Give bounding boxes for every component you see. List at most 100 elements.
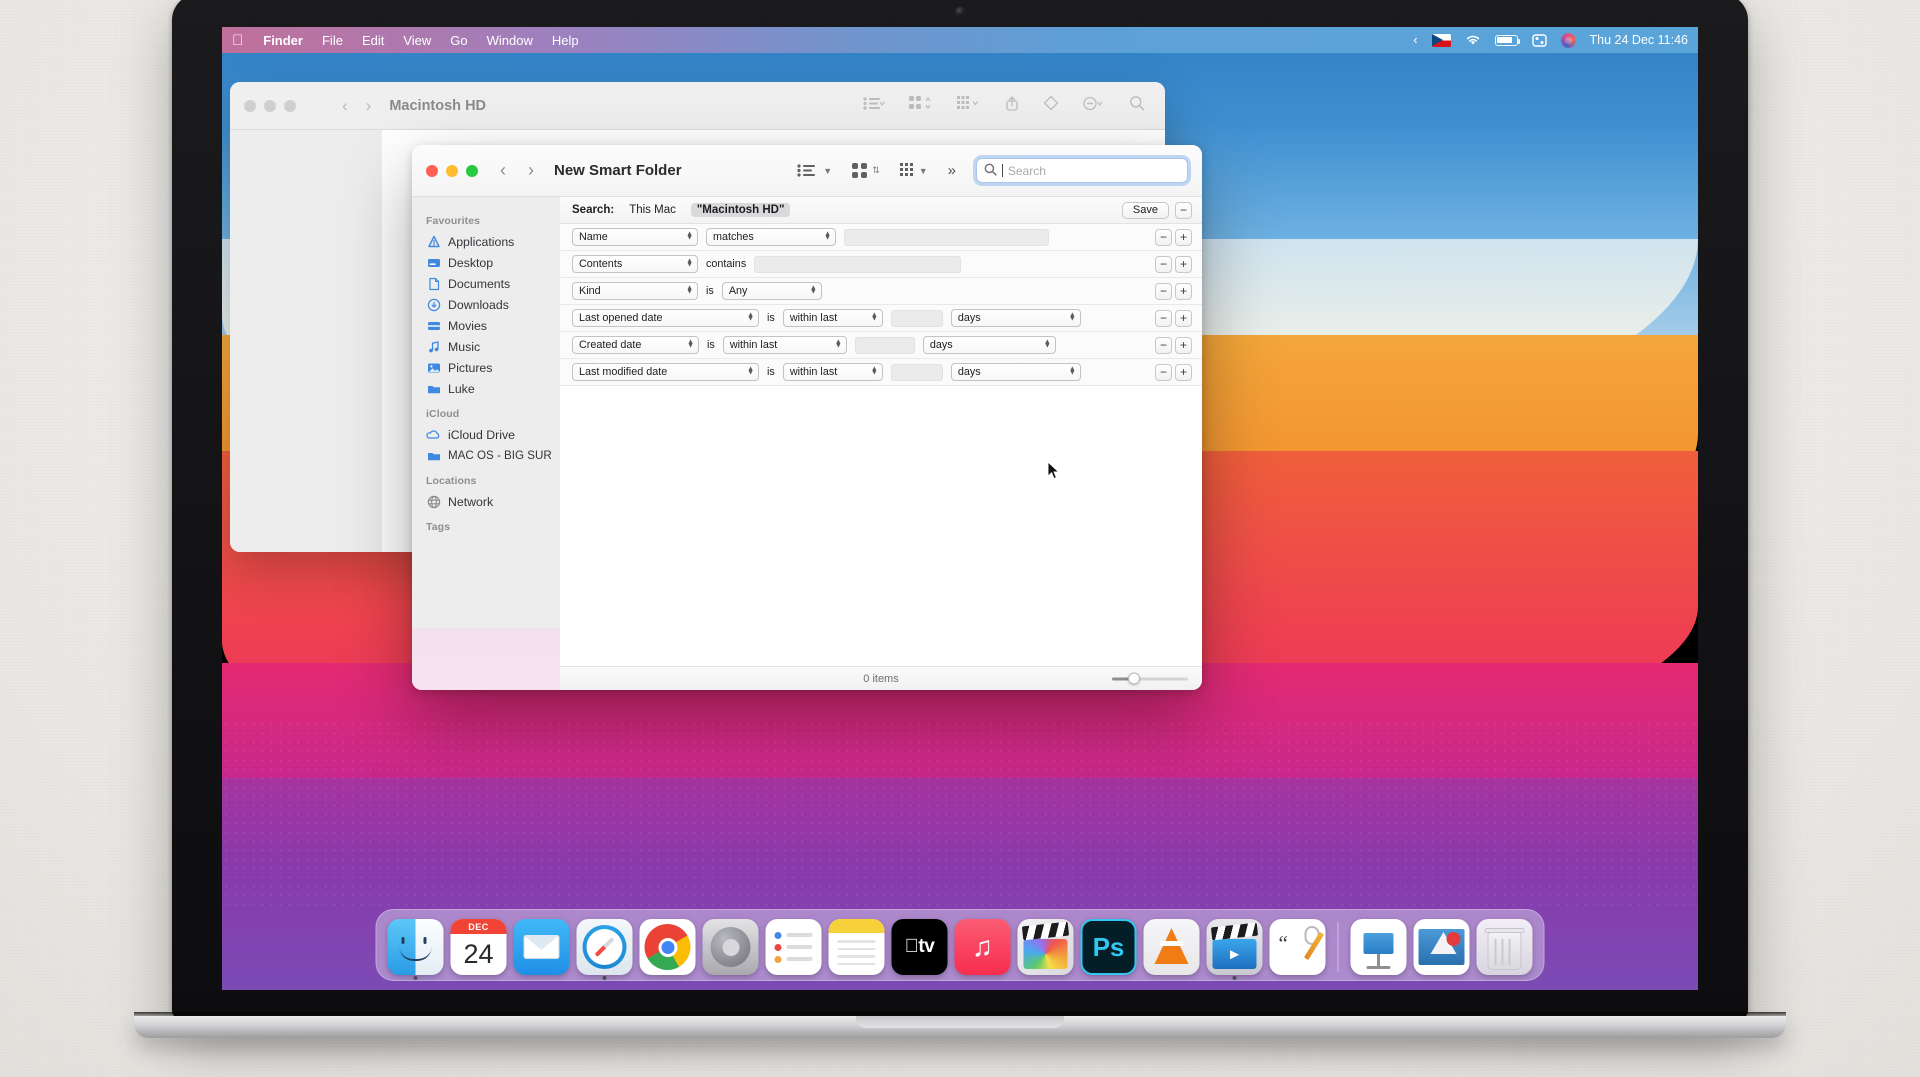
forward-button[interactable]: › (528, 160, 534, 181)
remove-criteria-button[interactable]: − (1155, 364, 1172, 381)
close-button[interactable] (426, 165, 438, 177)
criteria-unit-popup[interactable]: days ▲▼ (923, 336, 1056, 354)
criteria-number-input[interactable] (891, 310, 943, 327)
group-view-icon[interactable] (909, 96, 933, 115)
add-criteria-button[interactable]: + (1175, 283, 1192, 300)
dock-item-preview[interactable] (1414, 919, 1470, 975)
criteria-value-input[interactable] (754, 256, 961, 273)
apple-logo-icon[interactable]:  (232, 33, 243, 48)
criteria-attribute-popup[interactable]: Created date ▲▼ (572, 336, 699, 354)
search-field[interactable] (976, 158, 1188, 183)
stepper-icon[interactable]: ⇅ (872, 165, 880, 176)
search-input[interactable] (1008, 164, 1180, 178)
maximize-button[interactable] (466, 165, 478, 177)
dock-item-trash[interactable] (1477, 919, 1533, 975)
criteria-attribute-popup[interactable]: Contents ▲▼ (572, 255, 698, 273)
siri-icon[interactable] (1561, 33, 1576, 48)
menu-finder[interactable]: Finder (263, 33, 303, 48)
dock-item-quicktime[interactable]: ► (1207, 919, 1263, 975)
criteria-value-popup[interactable]: Any ▲▼ (722, 282, 822, 300)
icon-size-button[interactable]: ▼ (900, 163, 928, 179)
criteria-range-popup[interactable]: within last ▲▼ (783, 309, 883, 327)
dock-item-photoshop[interactable]: Ps (1081, 919, 1137, 975)
criteria-attribute-popup[interactable]: Kind ▲▼ (572, 282, 698, 300)
search-icon[interactable] (1129, 95, 1145, 116)
list-view-button[interactable]: ▼ (797, 164, 832, 177)
add-criteria-button[interactable]: + (1175, 337, 1192, 354)
grid-view-icon[interactable] (957, 96, 981, 115)
sidebar-item-desktop[interactable]: Desktop (412, 252, 560, 273)
dock-item-final-cut-pro[interactable] (1018, 919, 1074, 975)
sidebar-item-luke[interactable]: Luke (412, 378, 560, 399)
sidebar-item-music[interactable]: Music (412, 336, 560, 357)
action-menu-icon[interactable] (1083, 96, 1105, 116)
icon-size-slider[interactable] (1112, 677, 1188, 680)
tag-icon[interactable] (1043, 95, 1059, 116)
menu-view[interactable]: View (403, 33, 431, 48)
sidebar-item-mac-os-big-sur[interactable]: MAC OS - BIG SUR (412, 445, 560, 466)
dock-item-notes[interactable] (829, 919, 885, 975)
remove-criteria-button[interactable]: − (1155, 310, 1172, 327)
criteria-number-input[interactable] (891, 364, 943, 381)
list-view-icon[interactable] (863, 97, 885, 115)
dock-item-keynote[interactable] (1351, 919, 1407, 975)
criteria-attribute-popup[interactable]: Last opened date ▲▼ (572, 309, 759, 327)
minimize-button[interactable] (446, 165, 458, 177)
back-icon[interactable]: ‹ (342, 96, 348, 116)
sidebar-item-downloads[interactable]: Downloads (412, 294, 560, 315)
scope-option-this-mac[interactable]: This Mac (623, 203, 682, 217)
dock-item-tv[interactable]: tv (892, 919, 948, 975)
chevron-left-icon[interactable]: ‹ (1413, 33, 1417, 47)
sidebar-item-applications[interactable]: Applications (412, 231, 560, 252)
menu-edit[interactable]: Edit (362, 33, 384, 48)
menu-bar-clock[interactable]: Thu 24 Dec 11:46 (1590, 33, 1688, 47)
dock-item-music[interactable]: ♫ (955, 919, 1011, 975)
dock-item-system-preferences[interactable] (703, 919, 759, 975)
dock-item-vlc[interactable] (1144, 919, 1200, 975)
save-button[interactable]: Save (1122, 202, 1169, 219)
menu-file[interactable]: File (322, 33, 343, 48)
menu-window[interactable]: Window (487, 33, 533, 48)
forward-icon[interactable]: › (366, 96, 372, 116)
criteria-range-popup[interactable]: within last ▲▼ (723, 336, 847, 354)
scope-option-macintosh-hd[interactable]: "Macintosh HD" (691, 203, 791, 217)
wifi-icon[interactable] (1465, 34, 1481, 46)
chevron-down-icon-2[interactable]: ▼ (919, 166, 928, 176)
sidebar-item-pictures[interactable]: Pictures (412, 357, 560, 378)
sidebar-item-network[interactable]: Network (412, 491, 560, 512)
criteria-value-input[interactable] (844, 229, 1049, 246)
dock-item-mail[interactable] (514, 919, 570, 975)
remove-criteria-button[interactable]: − (1155, 337, 1172, 354)
control-center-icon[interactable] (1532, 34, 1547, 47)
remove-scope-button[interactable]: − (1175, 202, 1192, 219)
remove-criteria-button[interactable]: − (1155, 283, 1172, 300)
criteria-attribute-popup[interactable]: Name ▲▼ (572, 228, 698, 246)
dock-item-finder[interactable] (388, 919, 444, 975)
slider-knob[interactable] (1128, 673, 1140, 685)
dock-item-reminders[interactable] (766, 919, 822, 975)
maximize-button-inactive[interactable] (284, 100, 296, 112)
criteria-unit-popup[interactable]: days ▲▼ (951, 363, 1081, 381)
group-by-button[interactable]: ⇅ (852, 163, 880, 179)
dock-item-safari[interactable] (577, 919, 633, 975)
criteria-number-input[interactable] (855, 337, 915, 354)
dock-item-chrome[interactable] (640, 919, 696, 975)
menu-help[interactable]: Help (552, 33, 579, 48)
toolbar-overflow-button[interactable]: » (948, 162, 956, 179)
czech-flag-icon[interactable] (1432, 34, 1451, 47)
criteria-range-popup[interactable]: within last ▲▼ (783, 363, 883, 381)
remove-criteria-button[interactable]: − (1155, 256, 1172, 273)
minimize-button-inactive[interactable] (264, 100, 276, 112)
criteria-operator-popup[interactable]: matches ▲▼ (706, 228, 836, 246)
add-criteria-button[interactable]: + (1175, 229, 1192, 246)
share-icon[interactable] (1005, 95, 1019, 116)
chevron-down-icon[interactable]: ▼ (823, 166, 832, 176)
search-results-area[interactable] (560, 386, 1202, 666)
back-button[interactable]: ‹ (500, 160, 506, 181)
dock-item-calendar[interactable]: DEC 24 (451, 919, 507, 975)
sidebar-item-documents[interactable]: Documents (412, 273, 560, 294)
add-criteria-button[interactable]: + (1175, 256, 1192, 273)
add-criteria-button[interactable]: + (1175, 310, 1192, 327)
dock-item-textedit[interactable]: “ (1270, 919, 1326, 975)
remove-criteria-button[interactable]: − (1155, 229, 1172, 246)
